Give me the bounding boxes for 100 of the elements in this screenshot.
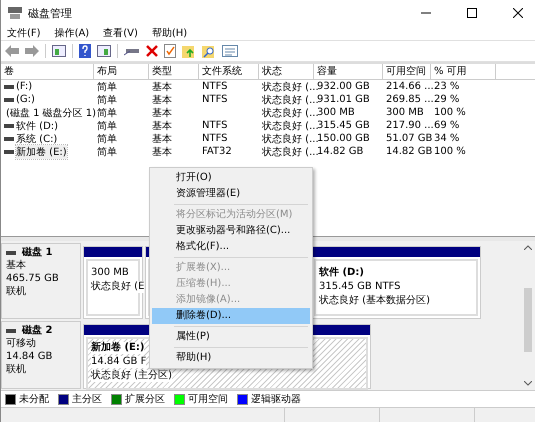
partition-title: 软件 (D:) [319,267,364,279]
volume-name[interactable]: (磁盘 1 磁盘分区 1) [6,106,96,120]
list-icon[interactable] [222,45,238,57]
scroll-up-icon[interactable] [524,245,532,250]
disk-status: 联机 [6,364,27,376]
menu-item[interactable]: 格式化(F)... [152,239,310,255]
menu-item[interactable]: 资源管理器(E) [152,186,310,202]
menu-item[interactable]: 打开(O) [152,170,310,186]
table-cell-text: 状态良好 (... [262,146,319,158]
table-cell-text: 基本 [152,106,172,120]
table-cell: 69 % [434,120,460,131]
volume-name[interactable]: 新加卷 (E:) [16,144,67,158]
menu-item[interactable]: 操作(A) [54,26,90,40]
table-cell-text: 简单 [97,146,117,158]
table-cell: NTFS [202,133,228,144]
table-cell: 300 MB [386,107,424,118]
column-header[interactable]: 卷 [1,64,94,79]
table-cell: 23 % [434,81,460,92]
table-cell: 34 % [434,133,460,144]
forward-arrow-icon[interactable] [25,45,39,57]
table-cell-text: 状态良好 (... [262,132,319,146]
legend-label: 逻辑驱动器 [251,392,301,406]
table-cell: 14.82 GB [386,146,432,157]
table-cell: 932.00 GB [317,81,370,92]
table-cell-text: 基本 [152,132,172,146]
column-header[interactable]: 布局 [94,64,149,79]
console-tree-icon[interactable] [52,45,66,57]
menu-item[interactable]: 文件(F) [7,26,41,40]
table-cell-text: 基本 [152,146,172,158]
table-cell-text: 基本 [152,80,172,94]
table-cell: 931.01 GB [317,94,370,105]
volume-name[interactable]: (G:) [16,94,35,105]
partition-bar [84,247,142,257]
table-cell: NTFS [202,81,228,92]
menu-item[interactable]: 帮助(H) [152,350,310,366]
table-cell: FAT32 [202,146,232,157]
delete-icon[interactable] [146,45,158,57]
table-cell-text: 简单 [97,106,117,120]
legend-label: 可用空间 [188,392,228,406]
volume-name[interactable]: 软件 (D:) [16,118,58,132]
disk-size: 465.75 GB [6,273,60,285]
legend-label: 未分配 [19,392,49,406]
table-cell: 269.85 ... [386,94,434,105]
menu-item[interactable]: 帮助(H) [152,26,188,40]
partition-panel[interactable]: 软件 (D:) 315.45 GB NTFS 状态良好 (基本数据分区) [314,259,478,316]
disk-status: 联机 [6,286,27,298]
column-header[interactable]: 可用空间 [383,64,431,79]
table-cell-text: 简单 [97,120,117,132]
menu-item[interactable]: 删除卷(D)... [152,308,310,324]
panel-icon[interactable] [97,45,111,57]
legend-label: 扩展分区 [125,392,165,406]
close-icon[interactable] [513,8,523,18]
table-cell-text: 状态良好 (... [262,80,319,94]
column-header[interactable]: 类型 [149,64,199,79]
menu-item[interactable]: 更改驱动器号和路径(C)... [152,223,310,239]
checklist-icon[interactable] [164,44,176,58]
window-title: 磁盘管理 [28,6,72,20]
table-cell-text: 状态良好 (... [262,94,319,106]
table-cell-text: 基本 [152,94,172,106]
table-cell: 14.82 GB [317,146,364,157]
table-cell: NTFS [202,94,228,105]
folder-search-icon[interactable] [202,44,216,58]
table-cell-text: 简单 [97,132,117,146]
volume-name[interactable]: (F:) [16,81,32,92]
partition-title: 新加卷 (E:) [91,342,144,354]
partition-info: 14.84 GB F [91,356,146,368]
back-arrow-icon[interactable] [5,45,19,57]
table-cell-text: 基本 [152,120,172,132]
scroll-down-icon[interactable] [524,381,532,386]
disk-type: 基本 [6,260,27,272]
table-cell: 29 % [434,94,460,105]
partition-info: 状态良好 (基本数据分区) [319,295,430,307]
column-header[interactable]: % 可用 [431,64,496,79]
app-icon [7,6,23,20]
table-cell: 100 % [434,146,466,157]
table-cell: 217.90 ... [386,120,434,131]
partition-info: 状态良好 (E [91,281,144,293]
disk-name: 磁盘 2 [22,325,52,337]
menu-item[interactable]: 属性(P) [152,329,310,345]
help-icon[interactable] [79,44,91,58]
column-header[interactable]: 状态 [259,64,314,79]
disk-type: 可移动 [6,338,37,350]
legend-label: 主分区 [72,392,102,406]
volume-name[interactable]: 系统 (C:) [16,132,58,146]
column-header[interactable]: 文件系统 [199,64,259,79]
table-cell-text: 状态良好 (... [262,106,319,120]
table-cell: 300 MB [317,107,355,118]
table-cell: 150.00 GB [317,133,370,144]
table-cell: NTFS [202,120,228,131]
disk-name: 磁盘 1 [22,247,52,259]
table-cell: 100 % [434,107,466,118]
column-header[interactable]: 容量 [314,64,383,79]
menu-item[interactable]: 查看(V) [103,26,138,40]
maximize-icon[interactable] [467,8,477,18]
folder-up-icon[interactable] [182,44,196,58]
table-cell: 214.66 ... [386,81,434,92]
table-cell-text: 简单 [97,94,117,106]
table-cell-text: 状态良好 (... [262,120,319,132]
disk-size: 14.84 GB [6,351,54,363]
partition-info: 状态良好 (主分区) [91,370,172,382]
